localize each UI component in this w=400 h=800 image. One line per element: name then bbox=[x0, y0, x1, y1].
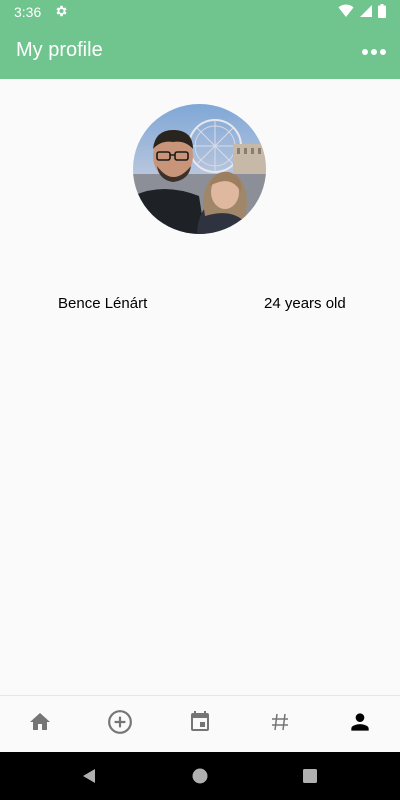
home-icon bbox=[28, 710, 52, 739]
avatar bbox=[133, 104, 266, 234]
status-time: 3:36 bbox=[14, 4, 42, 20]
status-bar: 3:36 bbox=[0, 0, 400, 24]
signal-icon bbox=[360, 4, 372, 23]
bottom-navigation bbox=[0, 695, 400, 752]
nav-calendar[interactable] bbox=[160, 696, 240, 752]
battery-icon bbox=[378, 4, 386, 23]
hashtag-icon bbox=[270, 712, 290, 737]
status-icons bbox=[338, 4, 386, 23]
calendar-icon bbox=[188, 710, 212, 739]
nav-home[interactable] bbox=[0, 696, 80, 752]
recents-icon[interactable] bbox=[300, 766, 320, 786]
nav-tags[interactable] bbox=[240, 696, 320, 752]
wifi-icon bbox=[338, 4, 354, 23]
person-icon bbox=[347, 709, 373, 740]
profile-content: Bence Lénárt 24 years old bbox=[0, 79, 400, 695]
app-bar: My profile bbox=[0, 24, 400, 79]
add-circle-icon bbox=[107, 709, 133, 740]
home-circle-icon[interactable] bbox=[190, 766, 210, 786]
page-title: My profile bbox=[16, 39, 103, 61]
gear-icon bbox=[54, 4, 68, 18]
more-horizontal-icon[interactable] bbox=[360, 40, 388, 64]
system-navigation-bar bbox=[0, 752, 400, 800]
profile-name: Bence Lénárt bbox=[58, 295, 148, 312]
back-icon[interactable] bbox=[79, 766, 99, 786]
nav-profile[interactable] bbox=[320, 696, 400, 752]
profile-age: 24 years old bbox=[264, 295, 346, 312]
nav-add[interactable] bbox=[80, 696, 160, 752]
profile-screen: 3:36 My profile Bence Lénárt 24 years ol… bbox=[0, 0, 400, 800]
